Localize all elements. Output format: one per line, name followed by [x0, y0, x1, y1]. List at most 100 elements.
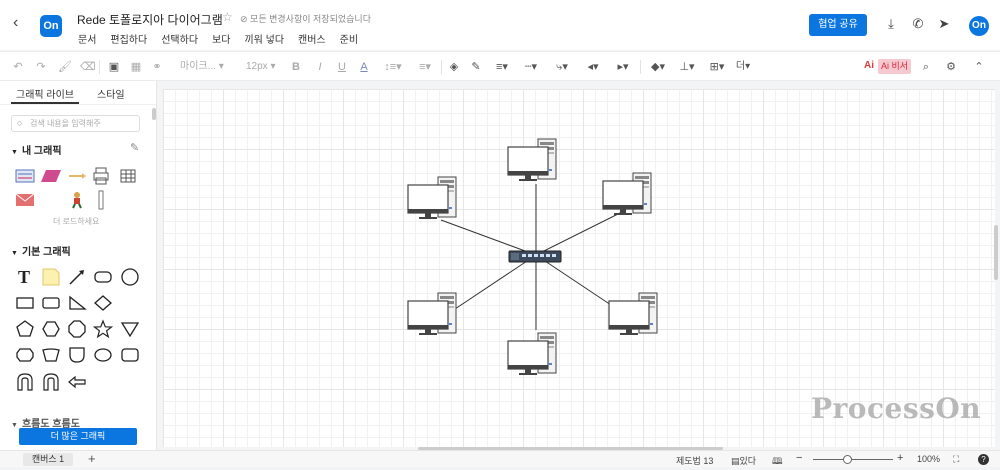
- computer-top-right[interactable]: [602, 172, 652, 216]
- arrow-end-icon[interactable]: ▸▾: [612, 60, 634, 74]
- vertical-scrollbar[interactable]: [994, 225, 998, 280]
- computer-bottom-right[interactable]: [608, 292, 658, 336]
- menu-item-canvas[interactable]: 캔버스: [298, 31, 326, 46]
- layer-icon[interactable]: ◆▾: [647, 60, 669, 74]
- shape-rectangle[interactable]: [14, 292, 36, 314]
- help-icon[interactable]: ?: [978, 454, 989, 465]
- menu-item-prepare[interactable]: 준비: [340, 31, 358, 46]
- shape-u-arrow-2[interactable]: [40, 371, 62, 393]
- fill-color-icon[interactable]: ◈: [448, 60, 460, 74]
- arrow-start-icon[interactable]: ◂▾: [582, 60, 604, 74]
- shape-cloud-bubble[interactable]: [14, 344, 36, 366]
- add-page-icon[interactable]: +: [88, 451, 96, 466]
- avatar[interactable]: On: [969, 16, 989, 36]
- line-height-icon[interactable]: ↕≡▾: [382, 60, 404, 74]
- tab-style[interactable]: 스타일: [97, 86, 125, 101]
- menu-item-insert[interactable]: 끼워 넣다: [244, 31, 284, 46]
- shape-star[interactable]: [92, 318, 114, 340]
- view-toggle[interactable]: ▤있다: [731, 454, 756, 467]
- edit-pencil-icon[interactable]: ✎: [130, 141, 139, 154]
- font-size-select[interactable]: 12px ▾: [246, 60, 280, 74]
- ai-logo-icon[interactable]: Ai: [864, 60, 874, 71]
- app-logo[interactable]: On: [40, 15, 62, 37]
- table-icon[interactable]: ▦: [130, 60, 142, 74]
- link-icon[interactable]: ⚭: [151, 60, 163, 74]
- tab-shape-library[interactable]: 그래픽 라이브: [16, 86, 74, 101]
- send-icon[interactable]: ➤: [937, 17, 951, 31]
- computer-bottom[interactable]: [507, 332, 557, 376]
- zoom-slider-track[interactable]: [813, 459, 893, 460]
- sidebar-scrollbar[interactable]: [152, 108, 156, 120]
- canvas-page-tab[interactable]: 캔버스 1: [23, 453, 73, 466]
- share-button[interactable]: 협업 공유: [809, 14, 867, 36]
- fullscreen-icon[interactable]: ⛶: [953, 454, 959, 465]
- align-icon[interactable]: ⊥▾: [676, 60, 698, 74]
- line-color-icon[interactable]: ✎: [470, 60, 482, 74]
- clear-format-icon[interactable]: ⌫: [80, 60, 96, 74]
- my-shape-thumbnail[interactable]: [14, 165, 36, 187]
- line-style-icon[interactable]: ┄▾: [520, 60, 542, 74]
- shape-triangle[interactable]: [66, 292, 88, 314]
- shape-inverted-triangle[interactable]: [119, 318, 141, 340]
- download-icon[interactable]: ⤓: [884, 17, 898, 31]
- shape-left-arrow[interactable]: [66, 371, 88, 393]
- my-shape-thumbnail[interactable]: [66, 165, 88, 187]
- document-title[interactable]: Rede 토폴로지아 다이어그램: [77, 11, 223, 28]
- format-painter-icon[interactable]: 🖌: [58, 60, 72, 74]
- zoom-slider-knob[interactable]: [843, 455, 852, 464]
- font-color-icon[interactable]: A: [358, 60, 370, 74]
- shape-circle[interactable]: [119, 266, 141, 288]
- back-arrow-icon[interactable]: ‹: [13, 15, 27, 31]
- shape-diamond[interactable]: [92, 292, 114, 314]
- shape-hexagon[interactable]: [40, 318, 62, 340]
- menu-item-document[interactable]: 문서: [78, 31, 96, 46]
- shape-rounded-rect[interactable]: [92, 266, 114, 288]
- my-shape-thumbnail[interactable]: [90, 165, 112, 187]
- my-shape-thumbnail[interactable]: [40, 165, 62, 187]
- shape-search-input[interactable]: ○ 검색 내용을 입력해주: [11, 115, 140, 132]
- more-shapes-button[interactable]: 더 많은 그래픽: [19, 428, 137, 445]
- star-icon[interactable]: ☆: [222, 10, 233, 24]
- zoom-out-icon[interactable]: −: [796, 452, 802, 464]
- my-shape-thumbnail[interactable]: [90, 189, 112, 211]
- computer-top-left[interactable]: [407, 176, 457, 220]
- shape-trapezoid[interactable]: [40, 344, 62, 366]
- my-shape-thumbnail[interactable]: [14, 189, 36, 211]
- search-doc-icon[interactable]: ⌕: [920, 60, 932, 74]
- map-icon[interactable]: 🕮: [772, 454, 783, 470]
- image-icon[interactable]: ▣: [108, 60, 120, 74]
- my-shape-thumbnail[interactable]: [66, 189, 88, 211]
- shape-pentagon[interactable]: [14, 318, 36, 340]
- shape-line[interactable]: [66, 266, 88, 288]
- computer-top[interactable]: [507, 138, 557, 182]
- line-width-icon[interactable]: ≡▾: [491, 60, 513, 74]
- computer-bottom-left[interactable]: [407, 292, 457, 336]
- shape-shield[interactable]: [66, 344, 88, 366]
- zoom-level[interactable]: 100%: [917, 454, 940, 464]
- my-shape-thumbnail[interactable]: [117, 165, 139, 187]
- settings-sliders-icon[interactable]: ⚙: [945, 60, 957, 74]
- section-my-shapes[interactable]: ▼ 내 그래픽: [11, 142, 62, 157]
- zoom-in-icon[interactable]: +: [897, 452, 903, 464]
- undo-icon[interactable]: ↶: [12, 60, 24, 74]
- shape-note[interactable]: [40, 266, 62, 288]
- shape-ellipse-callout[interactable]: [92, 344, 114, 366]
- phone-icon[interactable]: ✆: [911, 17, 925, 31]
- shape-u-arrow[interactable]: [14, 371, 36, 393]
- connector-type-icon[interactable]: ⤷▾: [551, 60, 573, 74]
- font-family-select[interactable]: 마이크... ▾: [180, 60, 230, 74]
- shape-rounded-rect-2[interactable]: [40, 292, 62, 314]
- load-more-link[interactable]: 더 로드하세요: [53, 216, 99, 227]
- more-menu[interactable]: 더▾: [734, 60, 752, 74]
- my-shape-thumbnail[interactable]: [40, 189, 62, 211]
- bold-icon[interactable]: B: [291, 60, 301, 74]
- network-switch[interactable]: [508, 250, 562, 263]
- underline-icon[interactable]: U: [337, 60, 347, 74]
- arrange-icon[interactable]: ⊞▾: [706, 60, 728, 74]
- section-basic-shapes[interactable]: ▼ 기본 그래픽: [11, 243, 71, 258]
- shape-octagon[interactable]: [66, 318, 88, 340]
- collapse-toolbar-icon[interactable]: ⌃: [973, 60, 985, 74]
- shape-rounded-square[interactable]: [119, 344, 141, 366]
- menu-item-view[interactable]: 보다: [212, 31, 230, 46]
- italic-icon[interactable]: I: [315, 60, 325, 74]
